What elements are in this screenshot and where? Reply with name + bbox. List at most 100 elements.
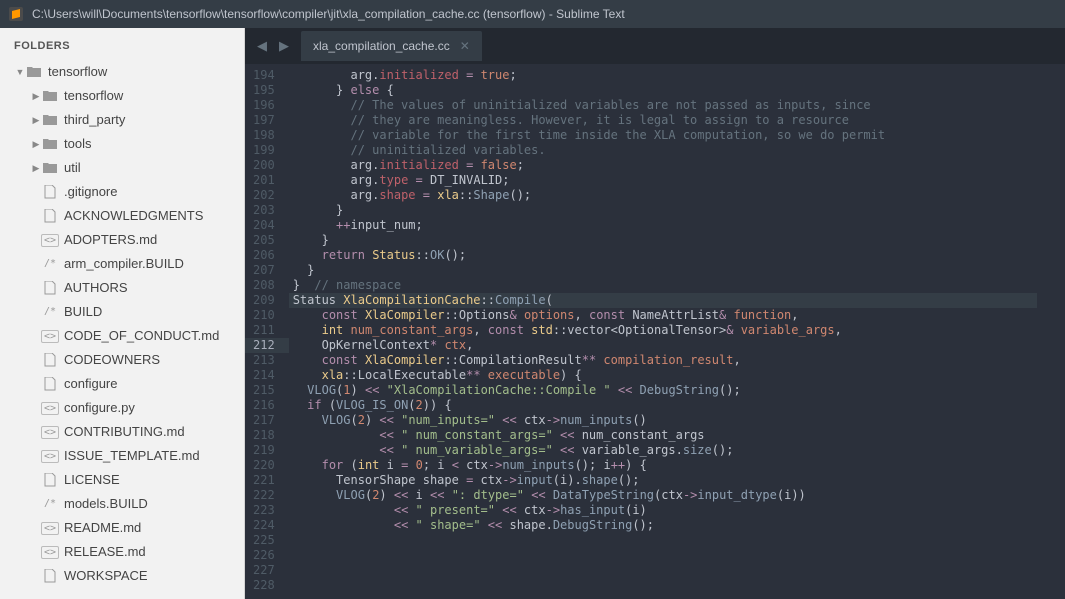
file-item[interactable]: LICENSE — [0, 468, 244, 492]
sidebar-header: FOLDERS — [0, 36, 244, 60]
code-line[interactable]: int num_constant_args, const std::vector… — [289, 323, 1037, 338]
tree-item-label: configure — [64, 375, 117, 393]
code-line[interactable]: Status XlaCompilationCache::Compile( — [289, 293, 1037, 308]
folder-item[interactable]: ▶tensorflow — [0, 84, 244, 108]
file-icon — [42, 377, 58, 391]
tree-item-label: tools — [64, 135, 91, 153]
tree-item-label: .gitignore — [64, 183, 117, 201]
code-line[interactable]: for (int i = 0; i < ctx->num_inputs(); i… — [289, 458, 1037, 473]
folder-item[interactable]: ▶ util — [0, 156, 244, 180]
file-icon — [42, 281, 58, 295]
tree-item-label: WORKSPACE — [64, 567, 148, 585]
code-line[interactable]: << " present=" << ctx->has_input(i) — [289, 503, 1037, 518]
file-icon: <> — [42, 449, 58, 463]
file-icon: /* — [42, 305, 58, 319]
app-icon — [8, 6, 24, 22]
file-item[interactable]: /*arm_compiler.BUILD — [0, 252, 244, 276]
code-line[interactable]: // they are meaningless. However, it is … — [289, 113, 1037, 128]
code-line[interactable]: OpKernelContext* ctx, — [289, 338, 1037, 353]
file-item[interactable]: ACKNOWLEDGMENTS — [0, 204, 244, 228]
code-line[interactable]: << " shape=" << shape.DebugString(); — [289, 518, 1037, 533]
code-line[interactable]: TensorShape shape = ctx->input(i).shape(… — [289, 473, 1037, 488]
code-line[interactable]: VLOG(2) << "num_inputs=" << ctx->num_inp… — [289, 413, 1037, 428]
code-line[interactable]: arg.initialized = false; — [289, 158, 1037, 173]
file-item[interactable]: WORKSPACE — [0, 564, 244, 588]
folder-icon — [26, 65, 42, 79]
file-icon — [42, 209, 58, 223]
folder-item[interactable]: ▶ tools — [0, 132, 244, 156]
tree-item-label: RELEASE.md — [64, 543, 146, 561]
code-line[interactable]: xla::LocalExecutable** executable) { — [289, 368, 1037, 383]
tree-item-label: CODEOWNERS — [64, 351, 160, 369]
tree-item-label: tensorflow — [48, 63, 107, 81]
file-item[interactable]: <>configure.py — [0, 396, 244, 420]
code-line[interactable]: const XlaCompiler::Options& options, con… — [289, 308, 1037, 323]
code-line[interactable]: } — [289, 203, 1037, 218]
code-line[interactable]: arg.initialized = true; — [289, 68, 1037, 83]
file-icon: <> — [42, 233, 58, 247]
close-icon[interactable]: ✕ — [460, 39, 470, 53]
file-icon: /* — [42, 497, 58, 511]
main-container: FOLDERS ▼ tensorflow ▶tensorflow▶third_par… — [0, 28, 1065, 599]
code-line[interactable]: } — [289, 263, 1037, 278]
tree-item-label: LICENSE — [64, 471, 120, 489]
file-item[interactable]: <> CODE_OF_CONDUCT.md — [0, 324, 244, 348]
minimap[interactable] — [1037, 64, 1065, 599]
chevron-icon[interactable]: ▶ — [30, 87, 42, 105]
tab-active[interactable]: xla_compilation_cache.cc ✕ — [301, 31, 482, 61]
file-icon: <> — [42, 521, 58, 535]
file-item[interactable]: .gitignore — [0, 180, 244, 204]
file-item[interactable]: /*models.BUILD — [0, 492, 244, 516]
file-item[interactable]: <>ADOPTERS.md — [0, 228, 244, 252]
chevron-icon[interactable]: ▶ — [30, 159, 42, 177]
code-line[interactable]: << " num_constant_args=" << num_constant… — [289, 428, 1037, 443]
code-line[interactable]: arg.shape = xla::Shape(); — [289, 188, 1037, 203]
nav-back-icon[interactable]: ◀ — [253, 36, 271, 56]
nav-forward-icon[interactable]: ▶ — [275, 36, 293, 56]
code-line[interactable]: // uninitialized variables. — [289, 143, 1037, 158]
file-icon — [42, 353, 58, 367]
file-icon: <> — [42, 329, 58, 343]
file-item[interactable]: <>ISSUE_TEMPLATE.md — [0, 444, 244, 468]
file-item[interactable]: AUTHORS — [0, 276, 244, 300]
folder-icon — [42, 89, 58, 103]
code-line[interactable]: } — [289, 233, 1037, 248]
file-item[interactable]: <>README.md — [0, 516, 244, 540]
code-container: 1941951961971981992002012022032042052062… — [245, 64, 1065, 599]
chevron-icon[interactable]: ▶ — [30, 135, 42, 153]
code-line[interactable]: << " num_variable_args=" << variable_arg… — [289, 443, 1037, 458]
code-line[interactable]: VLOG(1) << "XlaCompilationCache::Compile… — [289, 383, 1037, 398]
tree-item-label: BUILD — [64, 303, 102, 321]
tree-item-label: configure.py — [64, 399, 135, 417]
folder-icon — [42, 161, 58, 175]
tab-label: xla_compilation_cache.cc — [313, 39, 450, 53]
code-line[interactable]: // variable for the first time inside th… — [289, 128, 1037, 143]
window-title: C:\Users\will\Documents\tensorflow\tenso… — [32, 7, 625, 21]
code-line[interactable]: VLOG(2) << i << ": dtype=" << DataTypeSt… — [289, 488, 1037, 503]
code-line[interactable]: } // namespace — [289, 278, 1037, 293]
gutter: 1941951961971981992002012022032042052062… — [245, 64, 289, 599]
tree-item-label: CONTRIBUTING.md — [64, 423, 185, 441]
sidebar[interactable]: FOLDERS ▼ tensorflow ▶tensorflow▶third_par… — [0, 28, 245, 599]
code-line[interactable]: // The values of uninitialized variables… — [289, 98, 1037, 113]
code-editor[interactable]: arg.initialized = true; } else { // The … — [289, 64, 1037, 599]
code-line[interactable]: return Status::OK(); — [289, 248, 1037, 263]
code-line[interactable]: if (VLOG_IS_ON(2)) { — [289, 398, 1037, 413]
code-line[interactable]: ++input_num; — [289, 218, 1037, 233]
folder-item[interactable]: ▶third_party — [0, 108, 244, 132]
code-line[interactable]: const XlaCompiler::CompilationResult** c… — [289, 353, 1037, 368]
file-item[interactable]: configure — [0, 372, 244, 396]
chevron-icon[interactable]: ▼ — [14, 63, 26, 81]
folder-icon — [42, 113, 58, 127]
folder-item[interactable]: ▼ tensorflow — [0, 60, 244, 84]
tree-item-label: CODE_OF_CONDUCT.md — [64, 327, 219, 345]
file-item[interactable]: <>RELEASE.md — [0, 540, 244, 564]
file-item[interactable]: /* BUILD — [0, 300, 244, 324]
file-item[interactable]: <>CONTRIBUTING.md — [0, 420, 244, 444]
nav-arrows: ◀ ▶ — [253, 36, 293, 56]
file-item[interactable]: CODEOWNERS — [0, 348, 244, 372]
chevron-icon[interactable]: ▶ — [30, 111, 42, 129]
tree-item-label: util — [64, 159, 81, 177]
code-line[interactable]: arg.type = DT_INVALID; — [289, 173, 1037, 188]
code-line[interactable]: } else { — [289, 83, 1037, 98]
